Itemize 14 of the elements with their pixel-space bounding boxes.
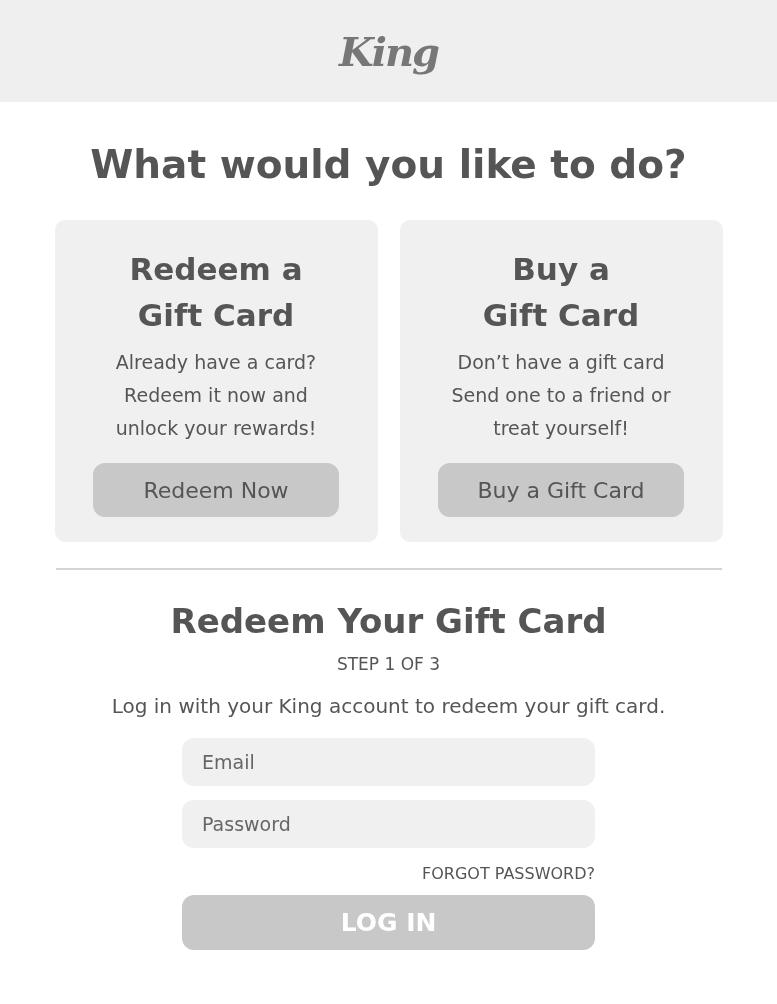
card-title: Redeem a Gift Card	[128, 250, 304, 335]
step-indicator: STEP 1 OF 3	[336, 654, 441, 674]
section-heading: Redeem Your Gift Card	[170, 600, 607, 643]
card-description: Already have a card? Redeem it now and unlock your rewards!	[114, 350, 318, 441]
card-title: Buy a Gift Card	[481, 250, 641, 335]
email-field[interactable]: Email	[182, 738, 595, 786]
forgot-password-link[interactable]: FORGOT PASSWORD?	[422, 864, 595, 883]
option-button[interactable]: Buy a Gift Card	[438, 463, 684, 517]
password-field[interactable]: Password	[182, 800, 595, 848]
option-button[interactable]: Redeem Now	[93, 463, 339, 517]
card-description: Don’t have a gift card Send one to a friend or treat yourself!	[450, 350, 672, 441]
page-title: What would you like to do?	[90, 141, 687, 189]
instruction-text: Log in with your King account to redeem your gift card.	[111, 694, 666, 718]
king-logo[interactable]: King	[339, 27, 438, 75]
